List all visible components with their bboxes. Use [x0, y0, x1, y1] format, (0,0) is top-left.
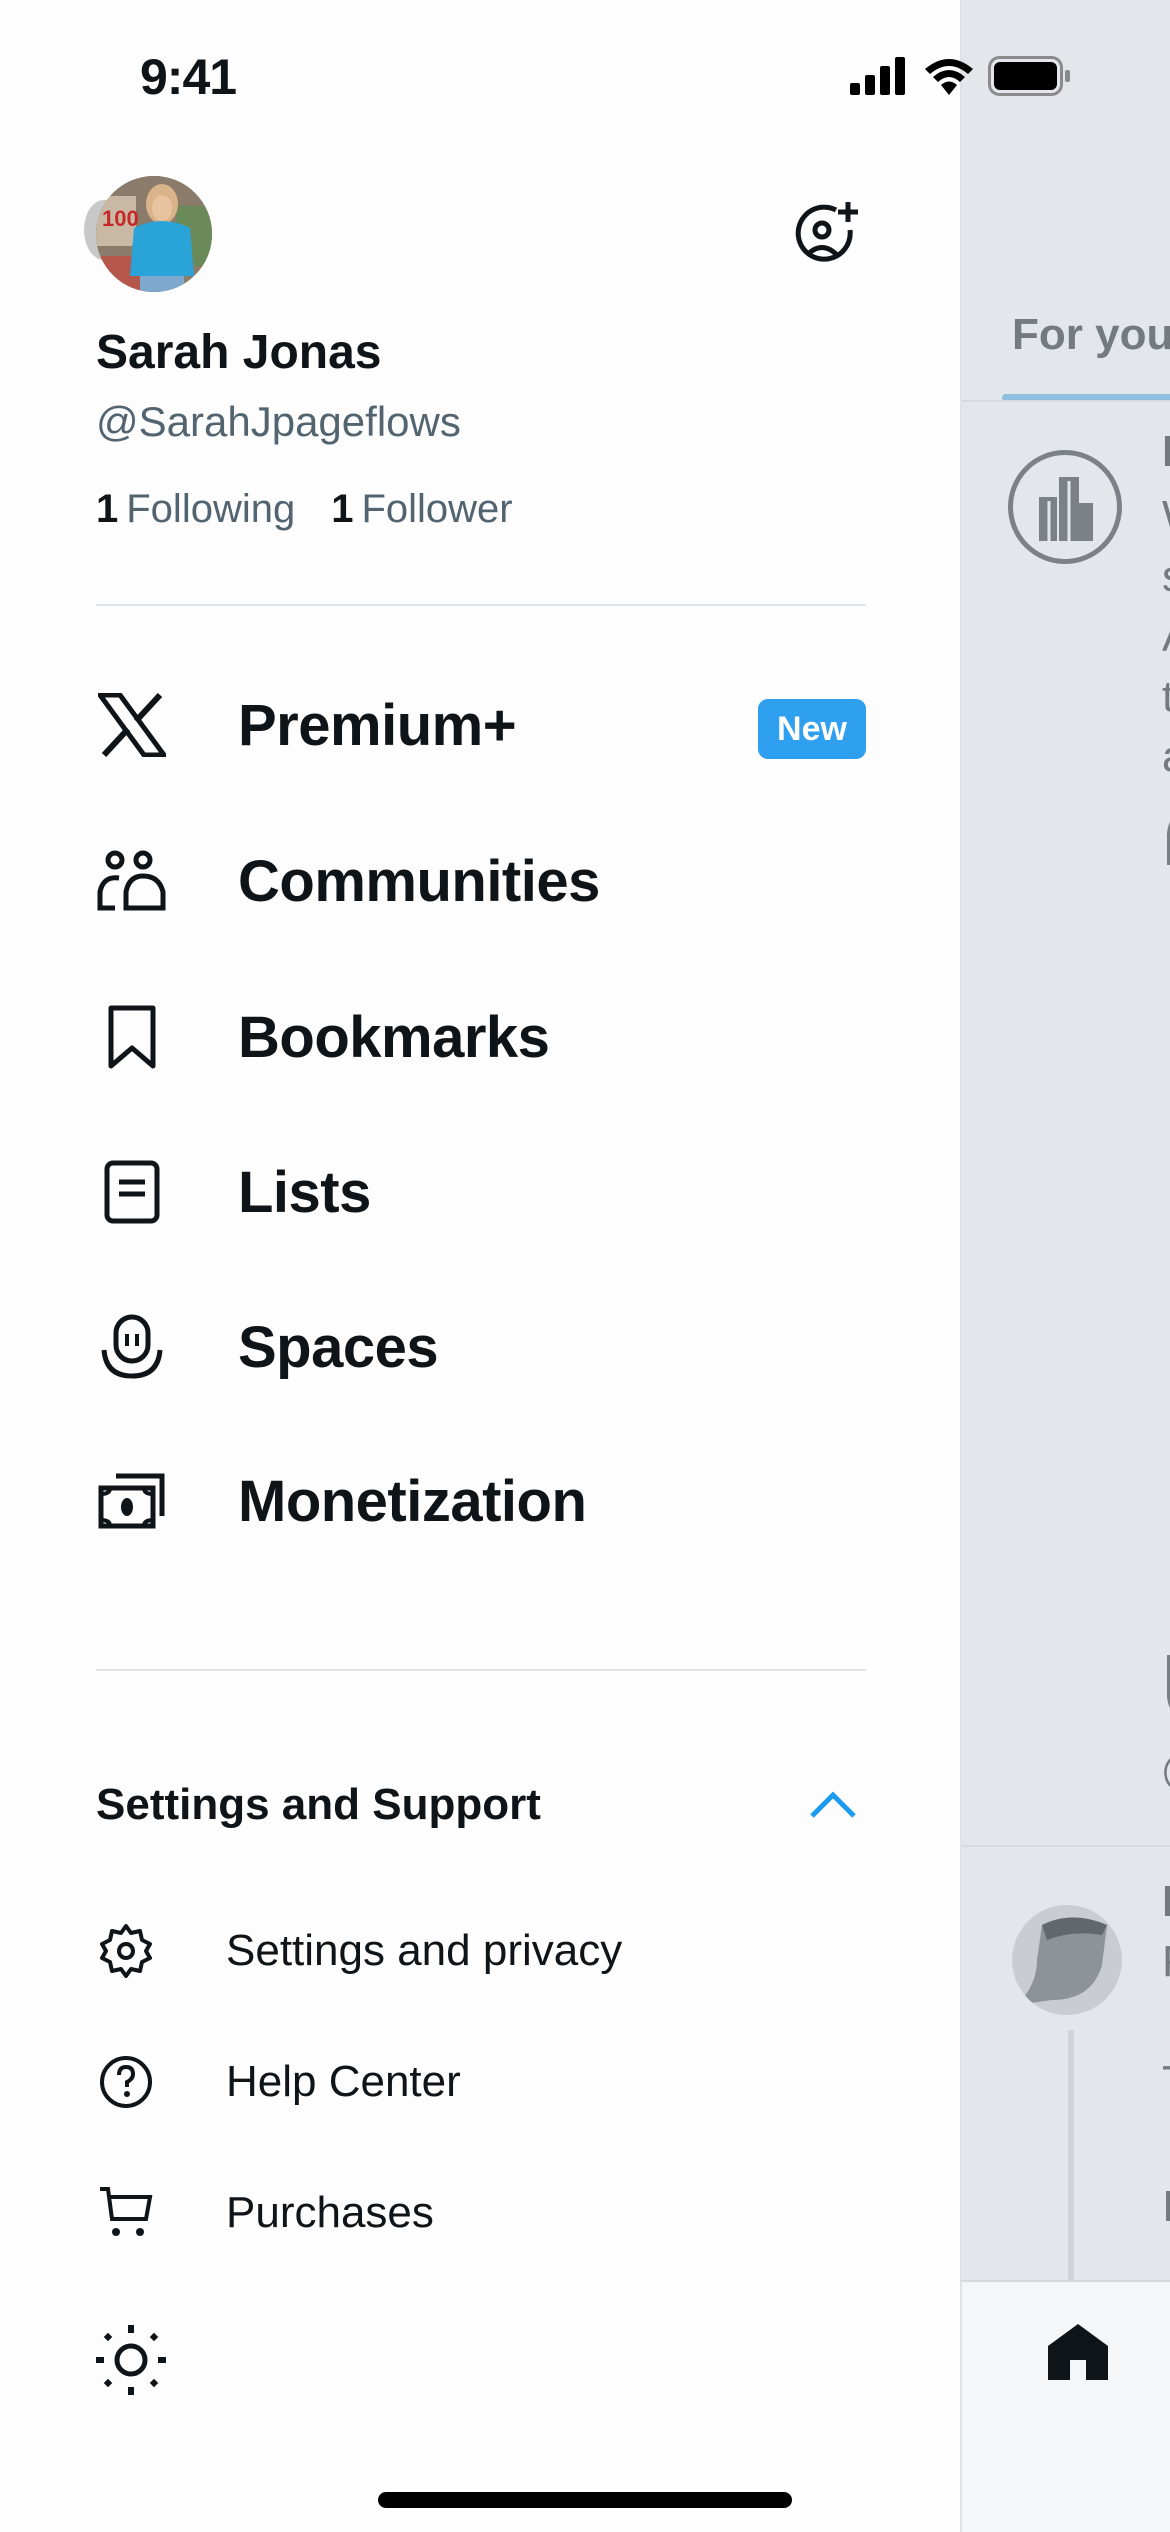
nav-label: Communities: [238, 848, 600, 914]
following-link[interactable]: 1 Following: [96, 487, 295, 532]
menu-item-label: Settings and privacy: [226, 1926, 623, 1975]
tab-for-you[interactable]: For you: [1012, 310, 1170, 360]
nav-label: Spaces: [238, 1314, 439, 1380]
display-theme-button[interactable]: [94, 2323, 168, 2402]
wifi-icon: [925, 59, 973, 95]
battery-icon: [988, 56, 1070, 96]
avatar-photo: 100: [96, 176, 212, 292]
following-count: 1: [96, 487, 119, 531]
chevron-up-icon: [810, 1791, 856, 1818]
nav-label: Monetization: [238, 1468, 587, 1534]
home-indicator[interactable]: [378, 2492, 792, 2508]
cart-icon: [96, 2183, 156, 2243]
menu-item-label: Purchases: [226, 2188, 434, 2237]
nav-label: Bookmarks: [238, 1004, 550, 1070]
nav-item-monetization[interactable]: Monetization: [96, 1446, 866, 1556]
status-time: 9:41: [140, 49, 237, 105]
cellular-signal-icon: [850, 57, 905, 95]
followers-count: 1: [331, 487, 354, 531]
post-text-fragment: W: [1162, 495, 1170, 539]
section-title: Settings and Support: [96, 1780, 541, 1829]
nav-item-lists[interactable]: Lists: [96, 1137, 866, 1247]
post-text-fragment: I': [1162, 2185, 1170, 2229]
post-text-fragment: A: [1162, 615, 1170, 659]
followers-label: Follower: [361, 487, 513, 531]
follow-stats: 1 Following 1 Follower: [96, 487, 513, 532]
post-text-fragment: a: [1162, 735, 1170, 779]
nav-item-premium[interactable]: Premium+ New: [96, 670, 866, 780]
thread-line: [1068, 2030, 1074, 2280]
spaces-icon: [96, 1311, 168, 1383]
post-action-fragment: ◯: [1162, 1750, 1170, 1790]
post-text-fragment: t: [1162, 675, 1170, 719]
new-badge: New: [758, 699, 866, 759]
menu-item-help-center[interactable]: Help Center: [96, 2037, 866, 2127]
building-icon: [1039, 477, 1093, 541]
home-icon: [1048, 2324, 1108, 2380]
person-photo: [1017, 1917, 1107, 2005]
post-avatar-building[interactable]: [1008, 450, 1122, 564]
home-tab[interactable]: [1046, 2322, 1110, 2387]
lists-icon: [96, 1156, 168, 1228]
menu-item-purchases[interactable]: Purchases: [96, 2168, 866, 2258]
money-icon: [96, 1465, 168, 1537]
post-text-fragment: T: [1162, 2060, 1170, 2104]
post-author-fragment: N: [1162, 430, 1170, 474]
profile-avatar[interactable]: 100: [96, 176, 212, 292]
following-label: Following: [126, 487, 296, 531]
menu-item-label: Help Center: [226, 2057, 461, 2106]
status-icons: [850, 56, 1072, 96]
post-text-fragment: F: [1162, 1940, 1170, 1984]
feed-divider: [962, 1845, 1170, 1847]
menu-item-settings-privacy[interactable]: Settings and privacy: [96, 1906, 866, 1996]
bookmark-icon: [96, 1001, 168, 1073]
add-account-icon: [795, 202, 858, 262]
profile-name[interactable]: Sarah Jonas: [96, 325, 381, 380]
feed-divider: [962, 400, 1170, 402]
nav-item-communities[interactable]: Communities: [96, 826, 866, 936]
nav-item-spaces[interactable]: Spaces: [96, 1292, 866, 1402]
sun-icon: [96, 2325, 166, 2395]
settings-support-toggle[interactable]: Settings and Support: [96, 1770, 866, 1840]
divider: [96, 604, 866, 606]
nav-item-bookmarks[interactable]: Bookmarks: [96, 982, 866, 1092]
gear-icon: [96, 1921, 156, 1981]
add-account-button[interactable]: [790, 200, 860, 275]
nav-label: Premium+: [238, 692, 517, 758]
bottom-tab-bar: [962, 2280, 1170, 2532]
svg-text:100: 100: [102, 206, 139, 231]
post-text-fragment: s: [1162, 555, 1170, 599]
communities-icon: [96, 845, 168, 917]
help-circle-icon: [96, 2052, 156, 2112]
post-author-fragment: H: [1162, 1880, 1170, 1924]
divider: [96, 1669, 866, 1671]
background-feed[interactable]: For you N W s A t a ◯ H F T I': [960, 0, 1170, 2532]
profile-handle: @SarahJpageflows: [96, 398, 461, 445]
x-logo-icon: [96, 689, 168, 761]
post-avatar-man[interactable]: [1012, 1905, 1122, 2015]
followers-link[interactable]: 1 Follower: [331, 487, 512, 532]
nav-label: Lists: [238, 1159, 371, 1225]
